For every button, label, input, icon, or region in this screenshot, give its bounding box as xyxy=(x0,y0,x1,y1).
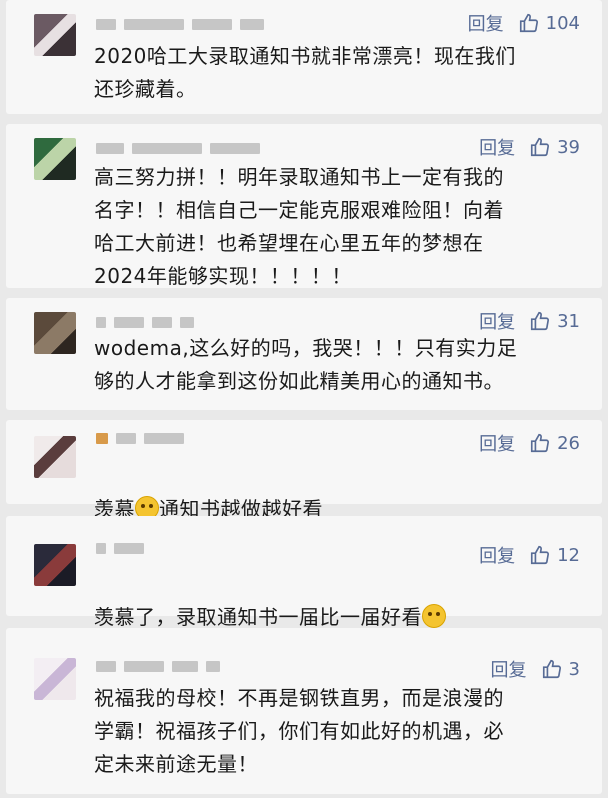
comment-actions: 回复 31 xyxy=(479,308,580,334)
comment-actions: 回复 26 xyxy=(479,430,580,456)
thumbs-up-icon xyxy=(531,137,550,157)
avatar[interactable] xyxy=(34,544,76,586)
comment-actions: 回复 3 xyxy=(491,656,580,682)
comment-card: 回复 104 2020哈工大录取通知书就非常漂亮！现在我们 还珍藏着。 xyxy=(6,0,602,114)
like-button[interactable]: 26 xyxy=(529,432,580,454)
like-button[interactable]: 3 xyxy=(541,658,580,680)
comment-text: wodema,这么好的吗，我哭！！！只有实力足 够的人才能拿到这份如此精美用心的… xyxy=(94,336,518,393)
comment-text: 高三努力拼！！明年录取通知书上一定有我的 名字！！相信自己一定能克服艰难险阻！向… xyxy=(94,165,504,288)
comment-card: 回复 31 wodema,这么好的吗，我哭！！！只有实力足 够的人才能拿到这份如… xyxy=(6,298,602,410)
reply-button[interactable]: 回复 xyxy=(468,10,504,36)
username-blurred xyxy=(96,142,260,154)
comment-text-before: 羡慕了，录取通知书一届比一届好看 xyxy=(94,605,422,629)
like-count: 3 xyxy=(568,658,580,680)
like-count: 39 xyxy=(557,136,580,158)
like-button[interactable]: 39 xyxy=(529,136,580,158)
username-blurred xyxy=(96,542,144,554)
thumbs-up-icon xyxy=(531,545,550,565)
like-count: 31 xyxy=(557,310,580,332)
thumbs-up-icon xyxy=(531,433,550,453)
like-count: 26 xyxy=(557,432,580,454)
like-button[interactable]: 104 xyxy=(518,12,580,34)
comment-text: 羡慕了，录取通知书一届比一届好看 xyxy=(94,568,572,634)
like-count: 104 xyxy=(545,12,580,34)
comment-card: 回复 3 祝福我的母校！不再是钢铁直男，而是浪漫的 学霸！祝福孩子们，你们有如此… xyxy=(6,628,602,794)
avatar[interactable] xyxy=(34,14,76,56)
like-button[interactable]: 31 xyxy=(529,310,580,332)
username-blurred xyxy=(96,432,184,444)
comment-text: 2020哈工大录取通知书就非常漂亮！现在我们 还珍藏着。 xyxy=(94,44,516,101)
like-button[interactable]: 12 xyxy=(529,544,580,566)
thumbs-up-icon xyxy=(542,659,561,679)
avatar[interactable] xyxy=(34,138,76,180)
comment-actions: 回复 39 xyxy=(479,134,580,160)
reply-button[interactable]: 回复 xyxy=(479,308,515,334)
username-blurred xyxy=(96,316,194,328)
smiling-face-emoji xyxy=(422,604,446,628)
comment-actions: 回复 12 xyxy=(479,542,580,568)
username-blurred xyxy=(96,18,264,30)
avatar[interactable] xyxy=(34,312,76,354)
comment-text: 祝福我的母校！不再是钢铁直男，而是浪漫的 学霸！祝福孩子们，你们有如此好的机遇，… xyxy=(94,686,504,776)
comment-card: 回复 39 高三努力拼！！明年录取通知书上一定有我的 名字！！相信自己一定能克服… xyxy=(6,124,602,288)
reply-button[interactable]: 回复 xyxy=(479,134,515,160)
username-blurred xyxy=(96,660,220,672)
comment-card: 回复 12 羡慕了，录取通知书一届比一届好看 xyxy=(6,516,602,629)
comment-actions: 回复 104 xyxy=(468,10,580,36)
like-count: 12 xyxy=(557,544,580,566)
comment-card: 回复 26 羡慕 通知书越做越好看 xyxy=(6,420,602,521)
avatar[interactable] xyxy=(34,436,76,478)
reply-button[interactable]: 回复 xyxy=(479,542,515,568)
avatar[interactable] xyxy=(34,658,76,700)
reply-button[interactable]: 回复 xyxy=(491,656,527,682)
thumbs-up-icon xyxy=(519,13,538,33)
reply-button[interactable]: 回复 xyxy=(479,430,515,456)
thumbs-up-icon xyxy=(531,311,550,331)
